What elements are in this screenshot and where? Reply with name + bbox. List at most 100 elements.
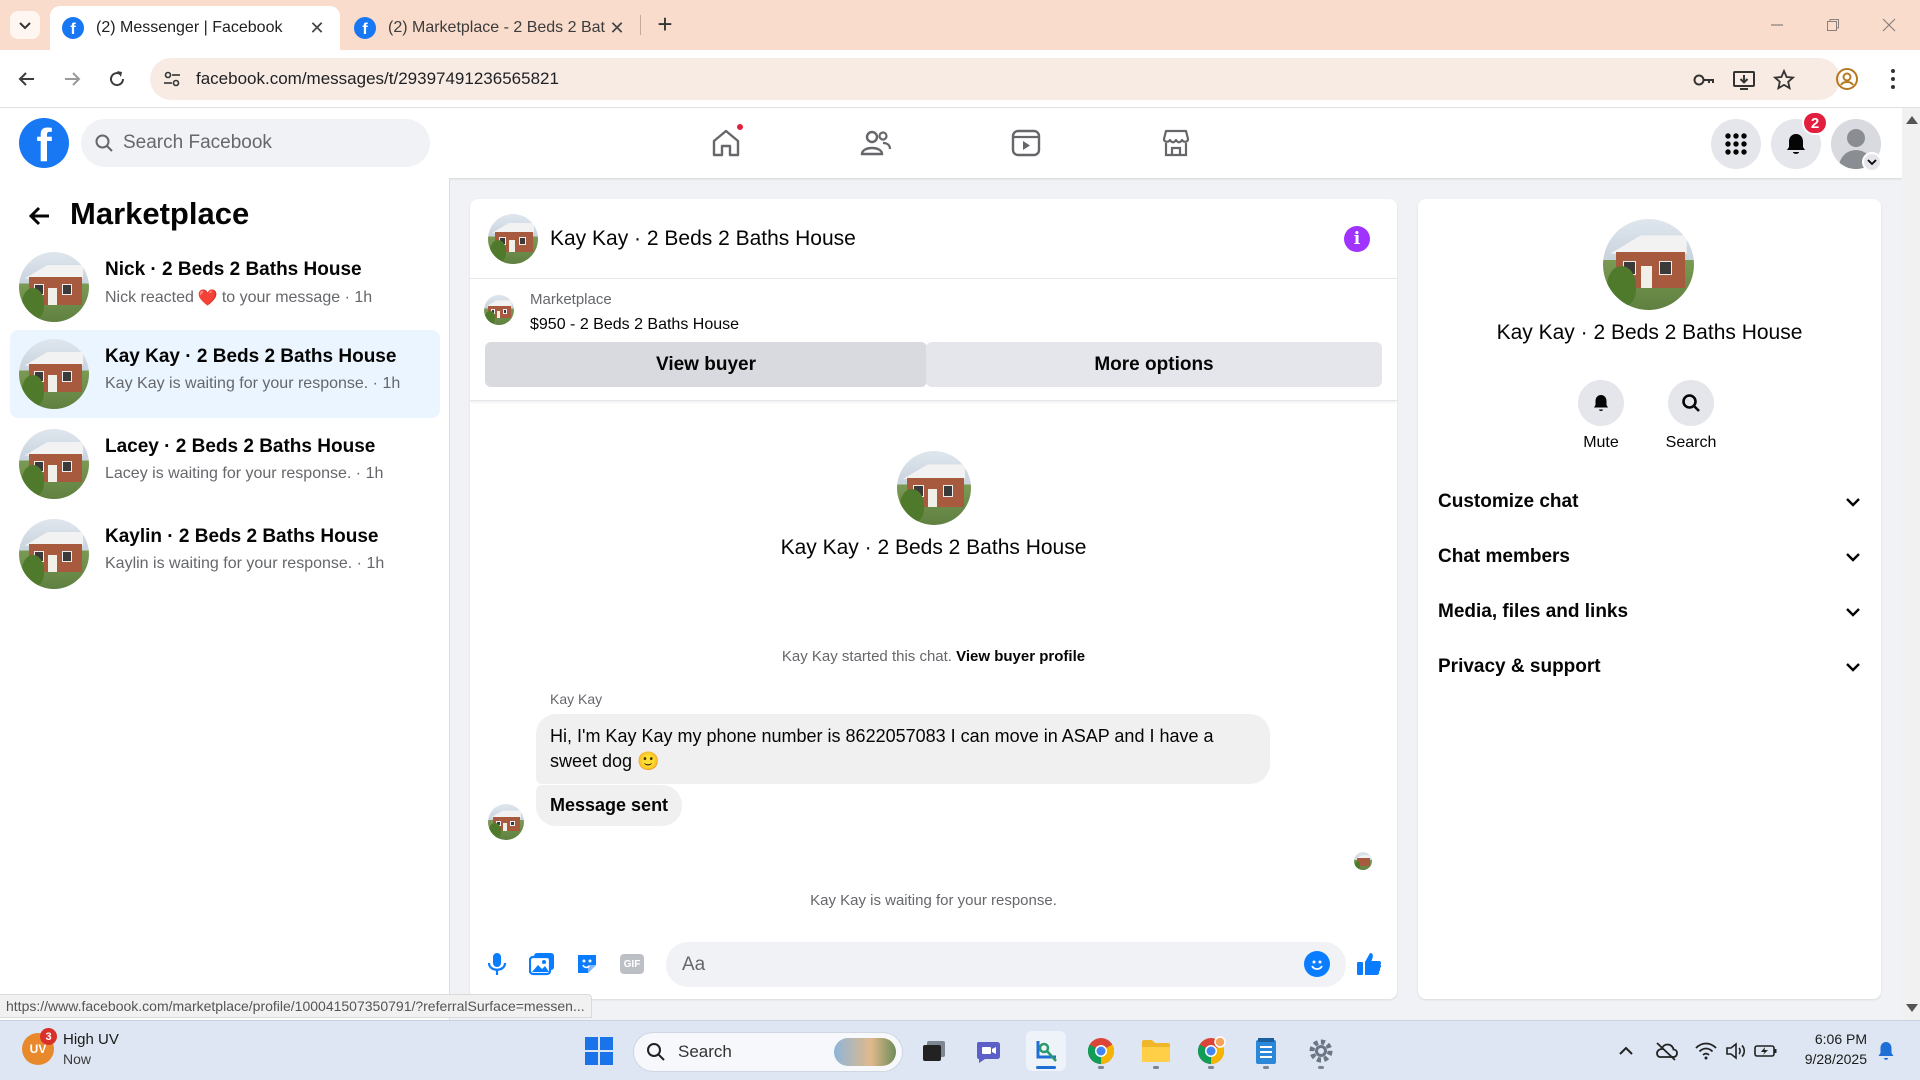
settings-button[interactable] (1301, 1031, 1341, 1071)
nav-home-button[interactable] (701, 118, 751, 168)
chrome-profile-button[interactable] (1191, 1031, 1231, 1071)
password-key-icon[interactable] (1692, 68, 1716, 92)
gif-button[interactable]: GIF (617, 949, 647, 979)
more-options-button[interactable]: More options (926, 342, 1382, 387)
bookmark-star-icon[interactable] (1772, 68, 1796, 92)
running-indicator (1318, 1066, 1324, 1069)
customize-chat-section[interactable]: Customize chat (1438, 480, 1861, 524)
clock-date[interactable]: 9/28/2025 (1795, 1051, 1867, 1067)
privacy-support-section[interactable]: Privacy & support (1438, 645, 1861, 689)
menu-button[interactable] (1711, 119, 1761, 169)
chrome-icon (1087, 1038, 1115, 1065)
video-icon (1011, 129, 1041, 157)
browser-toolbar: facebook.com/messages/t/2939749123656582… (0, 50, 1920, 108)
conversation-name: Lacey · 2 Beds 2 Baths House (105, 436, 376, 457)
smile-emoji-icon: 🙂 (637, 751, 660, 771)
chevron-down-icon (1846, 498, 1860, 507)
conversation-item[interactable]: Kaylin · 2 Beds 2 Baths House Kaylin is … (10, 510, 440, 598)
chat-header: Kay Kay · 2 Beds 2 Baths House i (470, 199, 1397, 279)
chat-app-button[interactable] (969, 1031, 1009, 1071)
view-buyer-button[interactable]: View buyer (485, 342, 927, 387)
task-view-button[interactable] (914, 1031, 954, 1071)
voice-clip-button[interactable] (482, 949, 512, 979)
sidebar-heading: Marketplace (70, 196, 250, 231)
view-buyer-profile-link[interactable]: View buyer profile (956, 648, 1085, 665)
show-hidden-icons-button[interactable] (1606, 1031, 1646, 1071)
nav-marketplace-button[interactable] (1151, 118, 1201, 168)
attach-photo-button[interactable] (527, 949, 557, 979)
message-input[interactable] (666, 942, 1346, 987)
account-chevron-icon[interactable] (1862, 152, 1882, 172)
sender-avatar[interactable] (488, 804, 524, 840)
chat-title[interactable]: Kay Kay · 2 Beds 2 Baths House (550, 227, 856, 251)
sender-name: Kay Kay (550, 691, 603, 707)
start-button[interactable] (579, 1031, 619, 1071)
tab-close-icon[interactable]: ✕ (306, 18, 328, 39)
message-bubble[interactable]: Message sent (536, 785, 683, 826)
taskbar-search[interactable]: Search (633, 1032, 903, 1072)
facebook-header: f Search Facebook 2 (0, 108, 1902, 178)
emoji-button[interactable] (1304, 951, 1330, 977)
reload-icon (110, 71, 125, 87)
chat-avatar[interactable] (488, 214, 538, 264)
browser-menu-icon[interactable] (1876, 62, 1910, 96)
chat-members-section[interactable]: Chat members (1438, 535, 1861, 579)
tab-divider (640, 15, 641, 35)
onedrive-button[interactable] (1646, 1031, 1686, 1071)
restore-button[interactable] (1810, 10, 1856, 40)
running-indicator (1263, 1066, 1269, 1069)
home-icon (712, 129, 740, 157)
details-avatar[interactable] (1603, 219, 1694, 310)
scroll-up-arrow-icon[interactable] (1906, 116, 1918, 124)
bell-icon (1578, 380, 1624, 426)
conversation-item[interactable]: Kay Kay · 2 Beds 2 Baths House Kay Kay i… (10, 330, 440, 418)
friends-icon (860, 130, 892, 156)
conversation-item[interactable]: Lacey · 2 Beds 2 Baths House Lacey is wa… (10, 420, 440, 508)
listing-thumbnail (484, 295, 514, 325)
forward-button[interactable] (55, 62, 89, 96)
clock-time[interactable]: 6:06 PM (1795, 1031, 1867, 1047)
scroll-down-arrow-icon[interactable] (1906, 1004, 1918, 1012)
mute-button[interactable]: Mute (1561, 380, 1641, 452)
heart-reaction-icon: ❤️ (197, 290, 218, 307)
tab-close-icon[interactable]: ✕ (606, 18, 628, 39)
message-composer: GIF (470, 939, 1397, 999)
facebook-search-input[interactable]: Search Facebook (81, 119, 430, 167)
back-button[interactable] (10, 62, 44, 96)
minimize-button[interactable] (1754, 10, 1800, 40)
home-unread-dot (735, 122, 745, 132)
conversation-info-icon[interactable]: i (1344, 226, 1370, 252)
nav-video-button[interactable] (1001, 118, 1051, 168)
battery-button[interactable] (1746, 1031, 1786, 1071)
sticker-button[interactable] (572, 949, 602, 979)
message-bubble[interactable]: Hi, I'm Kay Kay my phone number is 86220… (536, 714, 1270, 784)
notification-center-button[interactable] (1866, 1031, 1906, 1071)
nav-friends-button[interactable] (851, 118, 901, 168)
browser-tab-messenger[interactable]: f (2) Messenger | Facebook ✕ (50, 6, 340, 50)
file-explorer-button[interactable] (1136, 1031, 1176, 1071)
back-arrow-button[interactable] (24, 200, 56, 232)
facebook-logo[interactable]: f (19, 118, 69, 168)
tab-search-dropdown-button[interactable] (10, 11, 40, 39)
page-scrollbar[interactable] (1902, 108, 1920, 1020)
url-text[interactable]: facebook.com/messages/t/2939749123656582… (196, 69, 559, 89)
snipping-tool-button[interactable] (1026, 1031, 1066, 1071)
close-window-button[interactable] (1866, 10, 1912, 40)
chrome-app-button[interactable] (1081, 1031, 1121, 1071)
weather-title[interactable]: High UV (63, 1031, 119, 1048)
install-app-icon[interactable] (1732, 68, 1756, 92)
media-files-links-section[interactable]: Media, files and links (1438, 590, 1861, 634)
browser-tab-marketplace[interactable]: f (2) Marketplace - 2 Beds 2 Baths ✕ (342, 6, 640, 50)
search-in-conversation-button[interactable]: Search (1651, 380, 1731, 452)
new-tab-button[interactable]: + (650, 9, 680, 39)
notepad-button[interactable] (1246, 1031, 1286, 1071)
listing-title[interactable]: $950 - 2 Beds 2 Baths House (530, 316, 739, 334)
browser-profile-icon[interactable] (1830, 62, 1864, 96)
send-like-button[interactable] (1354, 949, 1384, 979)
conversation-item[interactable]: Nick · 2 Beds 2 Baths House Nick reacted… (10, 243, 440, 331)
windows-taskbar: UV 3 High UV Now Search 6:06 PM 9/28/202… (0, 1020, 1920, 1080)
taskbar-search-label: Search (678, 1042, 732, 1061)
address-bar[interactable]: facebook.com/messages/t/2939749123656582… (150, 58, 1840, 100)
site-info-icon[interactable] (160, 67, 184, 91)
reload-button[interactable] (100, 62, 134, 96)
